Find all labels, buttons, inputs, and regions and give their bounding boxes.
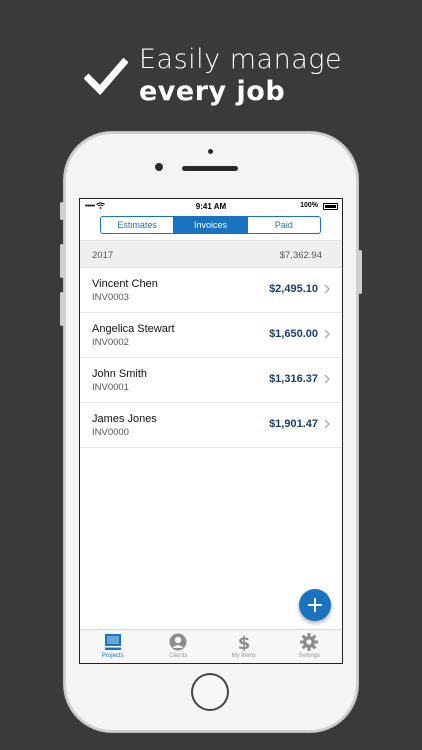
proximity-sensor [208, 149, 213, 154]
invoice-row[interactable]: John Smith INV0001 $1,316.37 [80, 358, 342, 403]
tab-settings[interactable]: Settings [277, 630, 343, 663]
tagline-line-1: Easily manage [139, 44, 343, 75]
front-camera [155, 163, 163, 171]
tab-my-items[interactable]: $ My Items [211, 630, 277, 663]
chevron-right-icon [324, 374, 330, 384]
chevron-right-icon [324, 329, 330, 339]
mute-switch [60, 202, 64, 220]
invoice-amount: $1,650.00 [269, 328, 318, 340]
plus-icon [308, 598, 322, 612]
tab-invoices[interactable]: Invoices [174, 217, 248, 233]
tab-clients-label: Clients [169, 653, 188, 659]
client-name: Angelica Stewart [92, 323, 175, 335]
projects-icon [104, 634, 121, 650]
invoice-row[interactable]: Vincent Chen INV0003 $2,495.10 [80, 268, 342, 313]
home-button[interactable] [191, 673, 229, 711]
invoice-row[interactable]: James Jones INV0000 $1,901.47 [80, 403, 342, 448]
tagline-line-2: every job [139, 76, 286, 107]
tab-settings-label: Settings [298, 653, 321, 659]
chevron-right-icon [324, 284, 330, 294]
invoice-number: INV0001 [92, 382, 129, 393]
dollar-icon: $ [237, 633, 250, 651]
chevron-right-icon [324, 419, 330, 429]
tab-projects-label: Projects [101, 653, 124, 659]
status-bar: ••••• 9:41 AM 100% [80, 199, 342, 215]
battery-icon [323, 203, 338, 210]
invoice-number: INV0000 [92, 427, 129, 438]
client-name: Vincent Chen [92, 278, 158, 290]
invoice-number: INV0003 [92, 292, 129, 303]
tab-projects[interactable]: Projects [80, 630, 146, 663]
power-button [358, 250, 362, 294]
bottom-tab-bar: Projects Clients $ My Items Settings [80, 629, 342, 663]
invoice-row[interactable]: Angelica Stewart INV0002 $1,650.00 [80, 313, 342, 358]
tagline: Easily manage every job [139, 44, 342, 108]
invoice-amount: $2,495.10 [269, 283, 318, 295]
section-year: 2017 [92, 250, 114, 261]
add-invoice-button[interactable] [299, 589, 331, 621]
client-name: James Jones [92, 413, 157, 425]
earpiece-speaker [182, 166, 238, 171]
tab-my-items-label: My Items [231, 653, 256, 659]
segmented-control: Estimates Invoices Paid [100, 216, 321, 234]
tab-estimates[interactable]: Estimates [101, 217, 175, 233]
invoice-amount: $1,901.47 [269, 418, 318, 430]
svg-text:$: $ [237, 633, 250, 651]
invoice-number: INV0002 [92, 337, 129, 348]
client-name: John Smith [92, 368, 148, 380]
clients-icon [169, 633, 187, 651]
tab-paid[interactable]: Paid [248, 217, 320, 233]
promo-headline: Easily manage every job [84, 44, 384, 114]
invoice-list: Vincent Chen INV0003 $2,495.10 Angelica … [80, 268, 342, 448]
battery-percent: 100% [300, 202, 318, 209]
phone-frame: ••••• 9:41 AM 100% Estimates Invoices Pa… [60, 132, 362, 732]
checkmark-icon [84, 57, 128, 96]
volume-up-button [60, 244, 64, 278]
tab-clients[interactable]: Clients [146, 630, 212, 663]
gear-icon [300, 633, 319, 651]
year-section-header: 2017 $7,362.94 [80, 240, 342, 268]
invoice-amount: $1,316.37 [269, 373, 318, 385]
volume-down-button [60, 292, 64, 326]
section-total: $7,362.94 [279, 250, 322, 261]
app-screen: ••••• 9:41 AM 100% Estimates Invoices Pa… [79, 198, 343, 664]
